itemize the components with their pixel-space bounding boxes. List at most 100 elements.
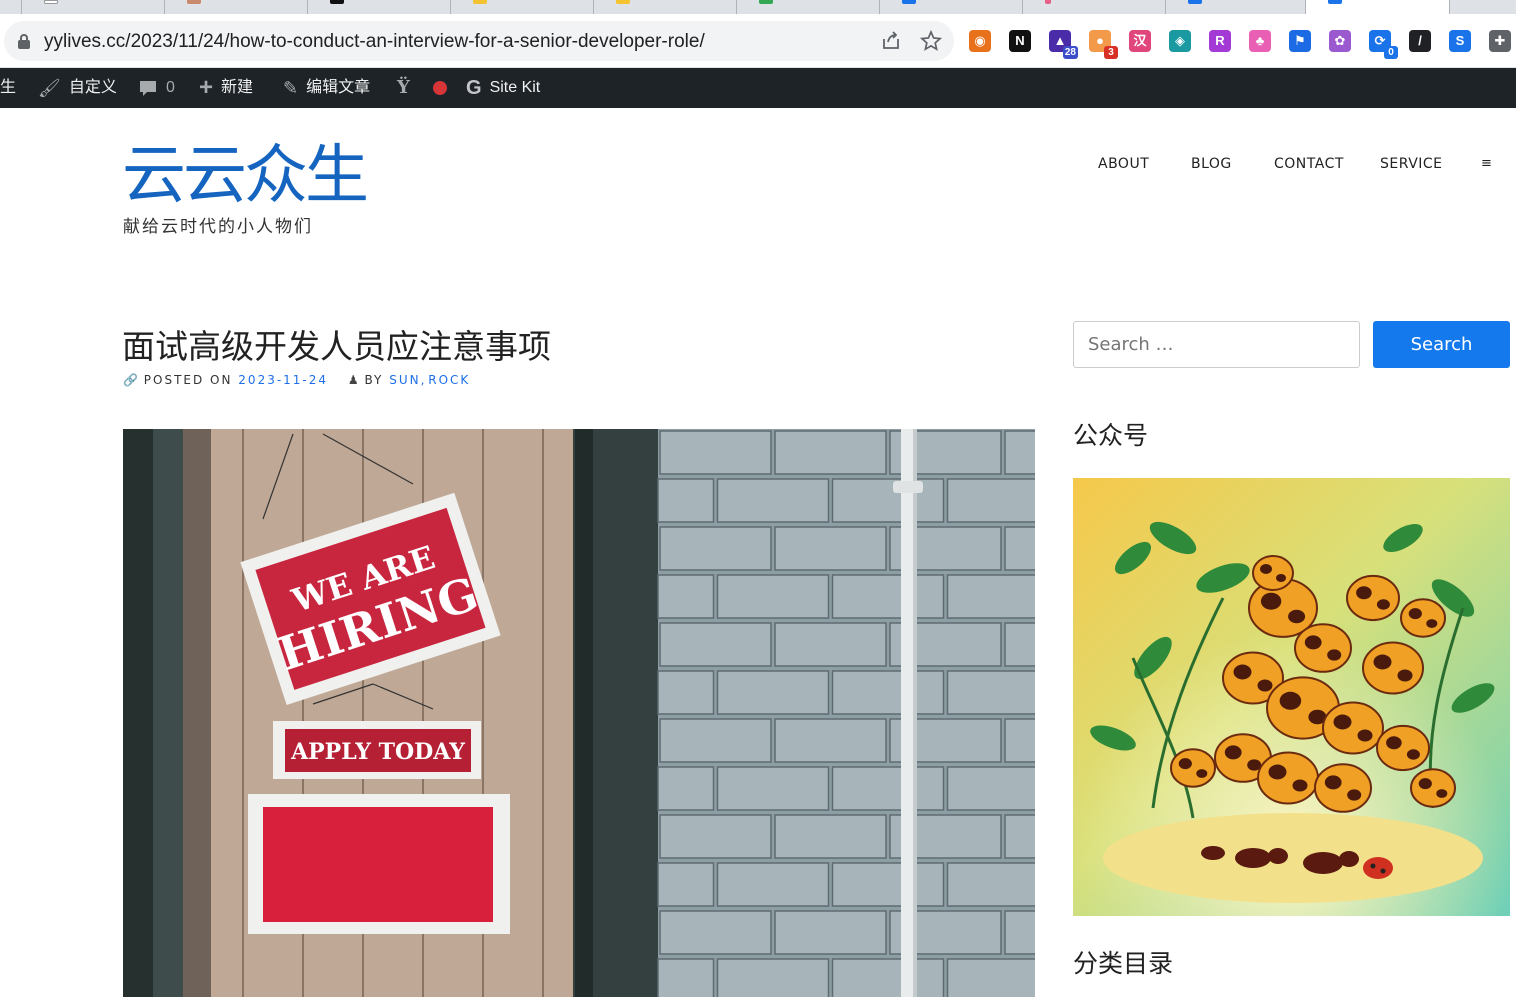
customize-label: 自定义 bbox=[68, 79, 117, 96]
brick bbox=[716, 958, 830, 997]
cloud-extension-icon[interactable]: ● 3 bbox=[1089, 30, 1118, 59]
admin-site-name[interactable]: 生 bbox=[0, 68, 16, 108]
pencil-icon: ✎ bbox=[283, 78, 299, 98]
brick bbox=[946, 862, 1035, 907]
browser-tab[interactable] bbox=[1023, 0, 1166, 14]
browser-tab[interactable] bbox=[308, 0, 451, 14]
share-icon[interactable] bbox=[880, 30, 902, 52]
post-date-link[interactable]: 2023-11-24 bbox=[238, 373, 328, 387]
sitekit-link[interactable]: G Site Kit bbox=[466, 68, 540, 108]
star-icon[interactable] bbox=[919, 29, 943, 52]
paw-extension-icon[interactable]: ♣ bbox=[1249, 30, 1271, 52]
author-link-sun[interactable]: SUN bbox=[389, 373, 420, 387]
extension-badge: 3 bbox=[1104, 46, 1118, 59]
post-title: 面试高级开发人员应注意事项 bbox=[122, 327, 551, 366]
official-account-image bbox=[1073, 478, 1510, 916]
tab-strip bbox=[0, 0, 1516, 14]
brick bbox=[774, 430, 887, 475]
featured-image[interactable]: WE ARE HIRING APPLY TODAY bbox=[123, 429, 1035, 997]
brick bbox=[946, 478, 1035, 523]
comments-link[interactable]: 0 bbox=[138, 68, 175, 108]
brick bbox=[716, 478, 830, 523]
browser-tab[interactable] bbox=[594, 0, 737, 14]
widget-title-categories: 分类目录 bbox=[1073, 949, 1174, 978]
brick bbox=[716, 862, 830, 907]
browser-tab-active[interactable] bbox=[1306, 0, 1450, 14]
site-description: 献给云时代的小人物们 bbox=[123, 217, 313, 236]
brick bbox=[774, 526, 887, 571]
url-text[interactable]: yylives.cc/2023/11/24/how-to-conduct-an-… bbox=[44, 31, 705, 53]
gem-extension-icon[interactable]: ◈ bbox=[1169, 30, 1191, 52]
brick bbox=[659, 814, 772, 859]
new-label: 新建 bbox=[221, 79, 254, 96]
user-icon: ♟ bbox=[347, 373, 359, 387]
wp-admin-bar: 生 🖌 自定义 0 + 新建 ✎ 编辑文章 Ÿ G Site Kit bbox=[0, 68, 1516, 108]
nav-contact[interactable]: CONTACT bbox=[1274, 156, 1344, 172]
brick bbox=[657, 478, 715, 523]
brick bbox=[831, 478, 945, 523]
brick bbox=[657, 670, 715, 715]
browser-tab[interactable] bbox=[451, 0, 594, 14]
nav-about[interactable]: ABOUT bbox=[1098, 156, 1149, 172]
tab-favicon bbox=[187, 0, 201, 4]
brick bbox=[774, 622, 887, 667]
address-bar[interactable]: yylives.cc/2023/11/24/how-to-conduct-an-… bbox=[4, 21, 954, 61]
browser-tab[interactable] bbox=[0, 0, 22, 14]
seo-status-dot-icon bbox=[433, 81, 447, 95]
browser-tab[interactable] bbox=[22, 0, 165, 14]
brick bbox=[831, 670, 945, 715]
brick bbox=[774, 814, 887, 859]
yoast-menu[interactable]: Ÿ bbox=[397, 68, 418, 108]
brick bbox=[831, 862, 945, 907]
notion-extension-icon[interactable]: N bbox=[1009, 30, 1031, 52]
edit-post-link[interactable]: ✎ 编辑文章 bbox=[283, 68, 370, 108]
search-input[interactable] bbox=[1073, 321, 1360, 368]
lr-extension-icon[interactable]: R bbox=[1209, 30, 1231, 52]
flag-extension-icon[interactable]: ⚑ bbox=[1289, 30, 1311, 52]
brick bbox=[831, 574, 945, 619]
brick bbox=[716, 670, 830, 715]
slash-extension-icon[interactable]: / bbox=[1409, 30, 1431, 52]
widget-title-official-account: 公众号 bbox=[1073, 421, 1149, 450]
brick bbox=[1004, 718, 1035, 763]
search-button[interactable]: Search bbox=[1373, 321, 1510, 368]
brick bbox=[1004, 814, 1035, 859]
site-title[interactable]: 云云众生 bbox=[122, 138, 369, 214]
brick bbox=[659, 430, 772, 475]
brick bbox=[659, 718, 772, 763]
browser-tab[interactable] bbox=[880, 0, 1023, 14]
brick bbox=[1004, 910, 1035, 955]
by-label: BY bbox=[364, 373, 384, 387]
brick bbox=[1004, 622, 1035, 667]
comments-count: 0 bbox=[166, 79, 175, 96]
brick bbox=[659, 622, 772, 667]
extension-badge: 0 bbox=[1384, 46, 1398, 59]
circle-extension-icon[interactable]: ◉ bbox=[969, 30, 991, 52]
openai-extension-icon[interactable]: ✿ bbox=[1329, 30, 1351, 52]
customize-link[interactable]: 🖌 自定义 bbox=[38, 68, 117, 108]
tab-favicon bbox=[44, 0, 58, 4]
extension-badge: 28 bbox=[1062, 46, 1078, 59]
link-icon: 🔗 bbox=[123, 373, 138, 387]
nav-service[interactable]: SERVICE bbox=[1380, 156, 1443, 172]
tab-favicon bbox=[616, 0, 630, 4]
nav-menu-toggle-icon[interactable]: ≡ bbox=[1481, 156, 1492, 171]
s-extension-icon[interactable]: S bbox=[1449, 30, 1471, 52]
sync-extension-icon[interactable]: ⟳ 0 bbox=[1369, 30, 1398, 59]
puzzle-extension-icon[interactable]: ✚ bbox=[1489, 30, 1511, 52]
new-content-link[interactable]: + 新建 bbox=[199, 68, 253, 108]
author-link-rock[interactable]: ROCK bbox=[428, 373, 470, 387]
browser-tab[interactable] bbox=[1166, 0, 1306, 14]
brick bbox=[1004, 526, 1035, 571]
nav-blog[interactable]: BLOG bbox=[1191, 156, 1232, 172]
brick bbox=[946, 958, 1035, 997]
lock-icon[interactable] bbox=[18, 34, 30, 49]
tab-favicon bbox=[759, 0, 773, 4]
browser-tab[interactable] bbox=[165, 0, 308, 14]
graduation-cap-extension-icon[interactable]: ▲ 28 bbox=[1049, 30, 1078, 59]
brick bbox=[946, 574, 1035, 619]
brick bbox=[946, 670, 1035, 715]
brick bbox=[946, 766, 1035, 811]
translate-extension-icon[interactable]: 汉 bbox=[1129, 30, 1151, 52]
browser-tab[interactable] bbox=[737, 0, 880, 14]
